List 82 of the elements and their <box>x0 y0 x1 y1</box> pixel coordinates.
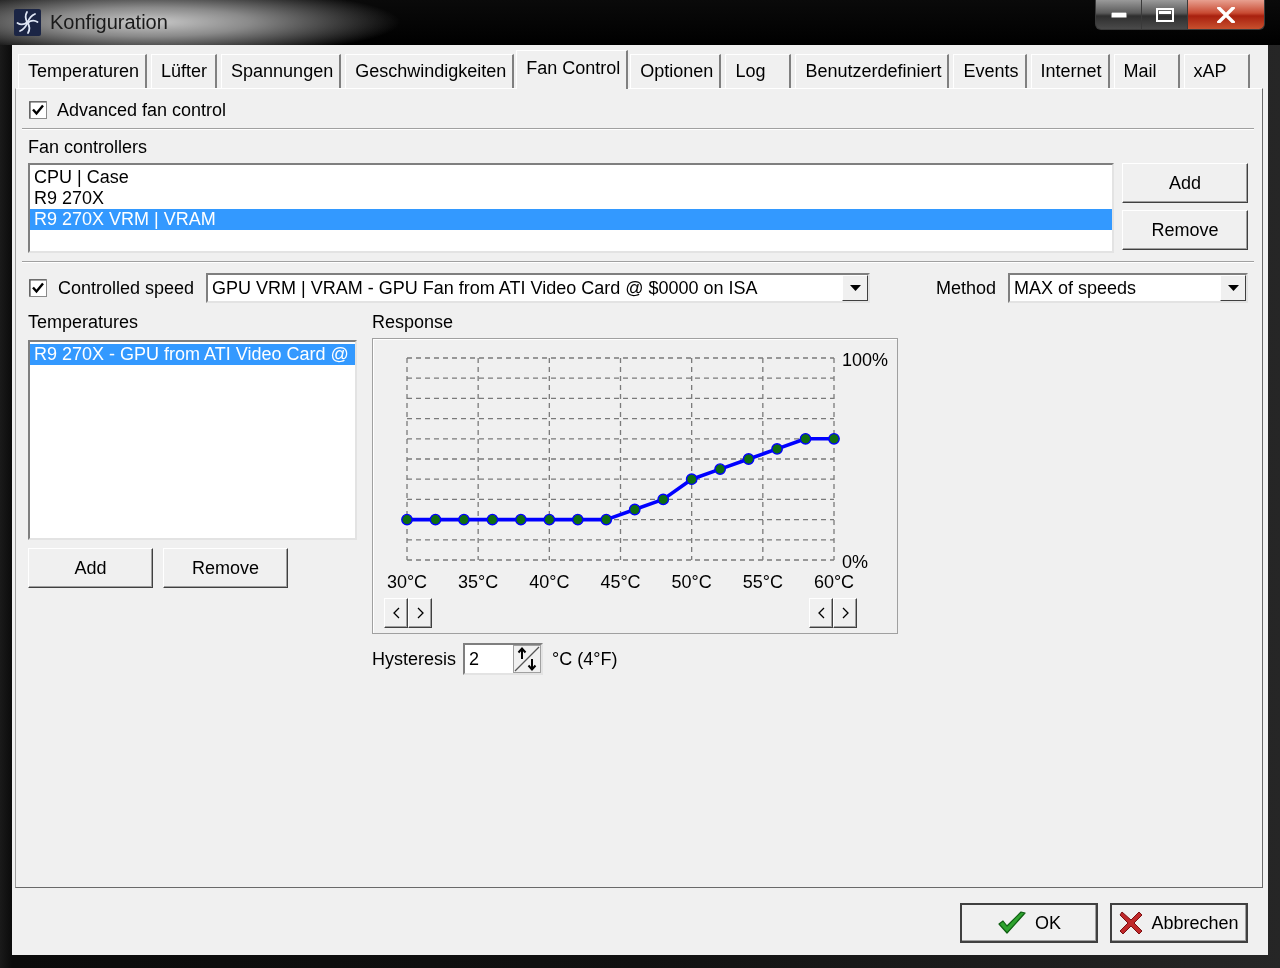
data-point[interactable] <box>799 432 812 445</box>
chevron-right-icon <box>841 607 849 619</box>
minimize-button[interactable] <box>1095 0 1142 30</box>
data-point[interactable] <box>571 513 584 526</box>
tab[interactable]: Spannungen <box>221 54 342 88</box>
caret-down-icon <box>1227 285 1239 291</box>
caret-down-icon <box>849 285 861 291</box>
data-point[interactable] <box>543 513 556 526</box>
close-icon <box>1217 6 1235 23</box>
data-point[interactable] <box>486 513 499 526</box>
tab[interactable]: Log <box>725 54 792 88</box>
checkbox-label[interactable]: Advanced fan control <box>57 100 227 120</box>
axis-label: 0% <box>842 552 868 572</box>
minimize-icon <box>1110 11 1127 18</box>
tab[interactable]: Temperaturen <box>18 54 148 88</box>
list-item[interactable]: R9 270X <box>30 188 1112 209</box>
data-point[interactable] <box>657 493 670 506</box>
field-label: Hysteresis <box>372 648 456 670</box>
axis-label: 50°C <box>671 572 712 592</box>
hysteresis-spinbox[interactable]: 2 <box>463 643 543 675</box>
tab[interactable]: Geschwindigkeiten <box>345 54 515 88</box>
checkbox-label[interactable]: Controlled speed <box>58 277 195 299</box>
chevron-left-icon <box>817 607 825 619</box>
tab[interactable]: Mail <box>1113 54 1180 88</box>
action-button[interactable]: Add <box>28 548 153 588</box>
chevron-right-icon <box>416 607 424 619</box>
data-point[interactable] <box>771 443 783 455</box>
nav-right-button[interactable] <box>408 598 432 628</box>
tab[interactable]: Fan Control <box>516 50 629 89</box>
data-point[interactable] <box>514 513 527 526</box>
checkmark-icon <box>997 911 1027 935</box>
spin-button[interactable] <box>513 645 541 673</box>
window-title: Konfiguration <box>50 10 168 34</box>
axis-label: 35°C <box>458 572 499 592</box>
tab[interactable]: xAP <box>1183 54 1250 88</box>
dialog-button[interactable]: OK <box>960 903 1098 943</box>
section-label: Temperatures <box>28 312 139 332</box>
tab[interactable]: Lüfter <box>151 54 218 88</box>
checkbox[interactable] <box>29 101 47 119</box>
nav-right-button[interactable] <box>833 598 857 628</box>
chevron-left-icon <box>392 607 400 619</box>
data-point[interactable] <box>714 463 727 475</box>
method-dropdown[interactable]: MAX of speeds <box>1008 273 1248 303</box>
cross-icon <box>1119 911 1144 935</box>
field-label: Method <box>935 277 996 299</box>
action-button[interactable]: Add <box>1122 163 1248 203</box>
close-button[interactable] <box>1188 0 1265 30</box>
action-button[interactable]: Remove <box>163 548 288 588</box>
maximize-button[interactable] <box>1142 0 1188 30</box>
data-point[interactable] <box>628 503 641 516</box>
data-point[interactable] <box>828 432 840 445</box>
axis-label: 100% <box>842 350 889 370</box>
tab[interactable]: Internet <box>1030 54 1110 88</box>
data-point[interactable] <box>742 453 755 465</box>
fan-dropdown[interactable]: GPU VRM | VRAM - GPU Fan from ATI Video Card @ $0000 on ISA <box>206 273 871 303</box>
axis-label: 55°C <box>742 572 783 592</box>
fan-icon <box>14 9 41 36</box>
section-label: Fan controllers <box>28 137 148 157</box>
data-point[interactable] <box>685 473 698 486</box>
checkbox[interactable] <box>29 279 47 297</box>
dropdown-arrow-button[interactable] <box>1220 275 1246 301</box>
dialog-button[interactable]: Abbrechen <box>1110 903 1248 943</box>
data-point[interactable] <box>401 513 413 526</box>
axis-label: 45°C <box>600 572 641 592</box>
unit-label: °C (4°F) <box>552 648 618 670</box>
action-button[interactable]: Remove <box>1122 210 1248 250</box>
axis-label: 60°C <box>813 572 855 592</box>
list-item[interactable]: CPU | Case <box>30 167 1112 188</box>
maximize-icon <box>1155 7 1174 22</box>
tab[interactable]: Optionen <box>630 54 722 88</box>
section-label: Response <box>372 312 454 332</box>
up-down-arrows-icon <box>514 646 540 672</box>
dropdown-arrow-button[interactable] <box>842 275 869 301</box>
nav-left-button[interactable] <box>384 598 408 628</box>
tab[interactable]: Events <box>953 54 1027 88</box>
axis-label: 40°C <box>529 572 570 592</box>
data-point[interactable] <box>429 513 442 526</box>
axis-label: 30°C <box>386 572 428 592</box>
nav-left-button[interactable] <box>809 598 833 628</box>
data-point[interactable] <box>600 513 613 526</box>
tab[interactable]: Benutzerdefiniert <box>795 54 950 88</box>
data-point[interactable] <box>458 513 470 526</box>
